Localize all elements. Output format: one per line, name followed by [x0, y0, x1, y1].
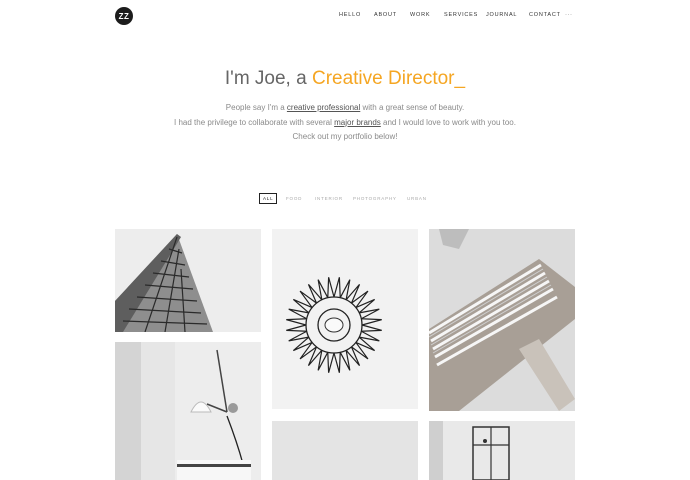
intro-line-1: People say I'm a creative professional w…: [0, 101, 690, 116]
intro-line-3: Check out my portfolio below!: [292, 132, 398, 141]
filter-photography[interactable]: PHOTOGRAPHY: [349, 193, 401, 204]
nav-contact[interactable]: CONTACT: [529, 12, 561, 18]
filter-urban[interactable]: URBAN: [403, 193, 431, 204]
nav-journal[interactable]: JOURNAL: [486, 12, 517, 18]
filter-all[interactable]: ALL: [259, 193, 278, 204]
nav-about[interactable]: ABOUT: [374, 12, 397, 18]
building-photo: [115, 229, 261, 332]
portfolio-item-mirror[interactable]: [272, 229, 418, 409]
filter-food[interactable]: FOOD: [282, 193, 306, 204]
portfolio-item-grey[interactable]: [272, 421, 418, 480]
portfolio-item-wood[interactable]: [429, 229, 575, 411]
creative-professional-link[interactable]: creative professional: [287, 103, 360, 112]
portfolio-filters: ALL FOOD INTERIOR PHOTOGRAPHY URBAN: [0, 193, 690, 205]
intro-text: I had the privilege to collaborate with …: [174, 117, 335, 127]
hero-title-prefix: I'm Joe, a: [224, 68, 312, 89]
intro-text: with a great sense of beauty.: [360, 103, 465, 112]
sunburst-mirror-photo: [272, 229, 418, 409]
portfolio-item-building[interactable]: [115, 229, 261, 332]
nav-work[interactable]: WORK: [410, 12, 430, 18]
grey-photo: [272, 421, 418, 480]
major-brands-link[interactable]: major brands: [334, 118, 381, 127]
nav-hello[interactable]: HELLO: [339, 12, 361, 18]
intro-text: and I would love to work with you too.: [380, 117, 516, 127]
hero-title: I'm Joe, a Creative Director_: [0, 68, 690, 90]
wood-stack-photo: [429, 229, 575, 411]
more-menu-icon[interactable]: ···: [565, 12, 573, 18]
hero-title-accent: Creative Director_: [311, 68, 466, 89]
hero-intro: People say I'm a creative professional w…: [0, 101, 690, 145]
wall-lamp-photo: [115, 342, 261, 480]
filter-interior[interactable]: INTERIOR: [311, 193, 347, 204]
main-nav: HELLO ABOUT WORK SERVICES JOURNAL CONTAC…: [0, 12, 690, 22]
intro-line-2: I had the privilege to collaborate with …: [0, 116, 690, 131]
portfolio-item-lamp[interactable]: [115, 342, 261, 480]
nav-services[interactable]: SERVICES: [444, 12, 478, 18]
intro-text: People say I'm a: [225, 103, 287, 112]
portfolio-item-window[interactable]: [429, 421, 575, 480]
window-photo: [429, 421, 575, 480]
